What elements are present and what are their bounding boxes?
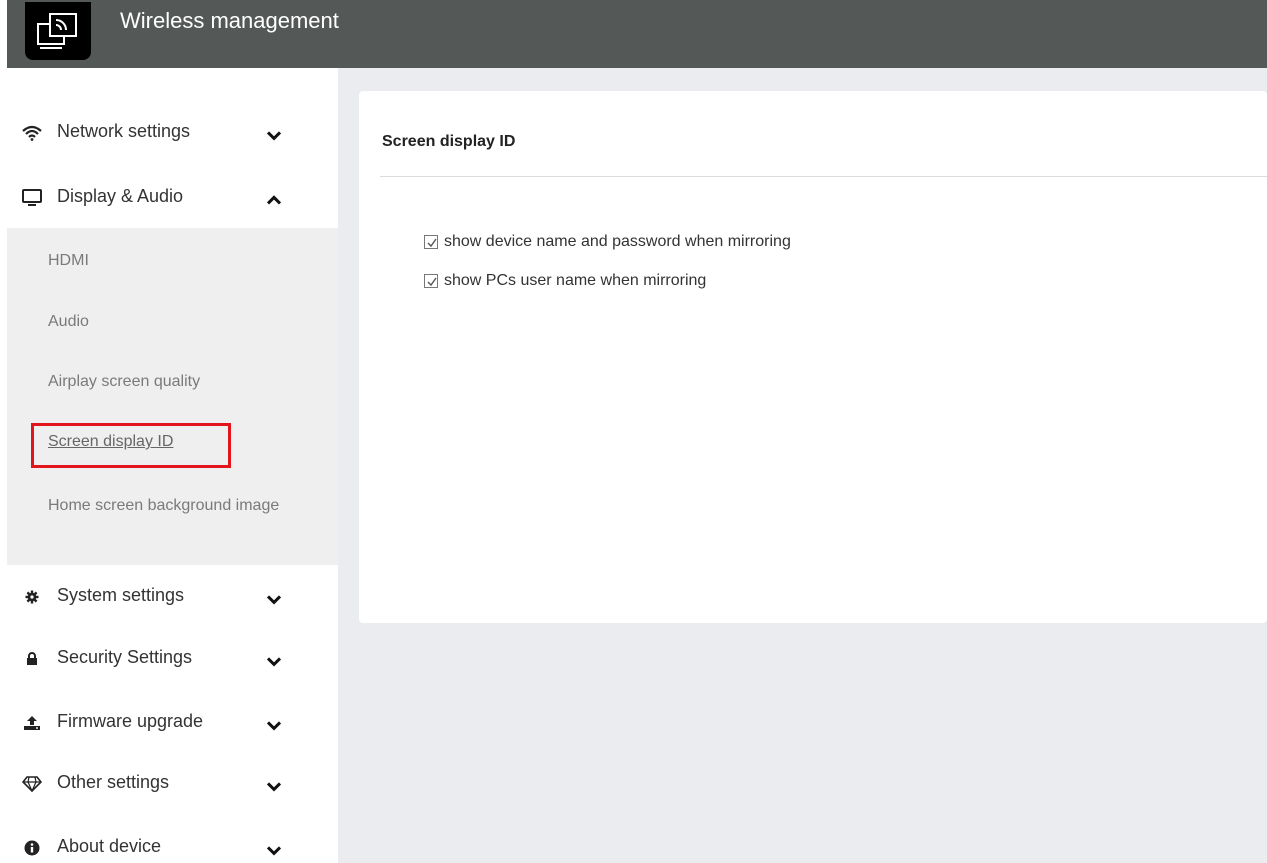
sidebar-item-label: Other settings (57, 771, 170, 792)
chevron-down-icon (266, 782, 282, 792)
checkbox-checked-icon[interactable] (424, 235, 438, 249)
settings-card: Screen display ID show device name and p… (359, 91, 1267, 623)
chevron-down-icon (266, 131, 282, 141)
main-content: Screen display ID show device name and p… (338, 68, 1267, 863)
option-label: show PCs user name when mirroring (444, 272, 707, 289)
info-icon (22, 838, 42, 858)
upload-icon (22, 713, 42, 733)
chevron-down-icon (266, 657, 282, 667)
sidebar-item-security-settings[interactable]: Security Settings (0, 629, 338, 689)
show-device-name-option[interactable]: show device name and password when mirro… (424, 233, 791, 251)
display-audio-submenu: HDMI Audio Airplay screen quality Screen… (7, 228, 338, 565)
top-bar: Wireless management (7, 0, 1267, 68)
submenu-item-audio[interactable]: Audio (48, 309, 89, 334)
chevron-up-icon (266, 195, 282, 205)
sidebar-item-label: Display & Audio (57, 185, 184, 206)
submenu-item-home-screen-background-image[interactable]: Home screen background image (48, 493, 298, 518)
lock-icon (22, 649, 42, 669)
gear-icon (22, 587, 42, 607)
app-title: Wireless management (120, 8, 339, 33)
sidebar-item-label: Firmware upgrade (57, 710, 204, 731)
sidebar-item-label: Network settings (57, 120, 191, 141)
sidebar-item-display-audio[interactable]: Display & Audio (0, 168, 338, 228)
sidebar-item-firmware-upgrade[interactable]: Firmware upgrade (0, 693, 338, 753)
diamond-icon (22, 774, 42, 794)
sidebar-item-system-settings[interactable]: System settings (0, 567, 338, 627)
screen-mirror-icon (37, 13, 77, 49)
sidebar-item-other-settings[interactable]: Other settings (0, 754, 338, 814)
sidebar-item-label: Security Settings (57, 646, 193, 667)
sidebar: HDMI Audio Airplay screen quality Screen… (0, 68, 338, 863)
divider (380, 176, 1267, 177)
monitor-icon (22, 188, 42, 208)
app-logo (25, 2, 91, 60)
option-label: show device name and password when mirro… (444, 233, 791, 250)
submenu-item-screen-display-id[interactable]: Screen display ID (48, 429, 173, 454)
sidebar-item-about-device[interactable]: About device (0, 818, 338, 863)
chevron-down-icon (266, 846, 282, 856)
wifi-icon (22, 123, 42, 143)
show-pc-user-name-option[interactable]: show PCs user name when mirroring (424, 272, 706, 290)
sidebar-item-label: About device (57, 835, 162, 856)
chevron-down-icon (266, 595, 282, 605)
submenu-item-airplay-screen-quality[interactable]: Airplay screen quality (48, 369, 200, 394)
submenu-item-hdmi[interactable]: HDMI (48, 248, 89, 273)
sidebar-item-label: System settings (57, 584, 185, 605)
page-title: Screen display ID (382, 133, 516, 150)
chevron-down-icon (266, 721, 282, 731)
sidebar-item-network-settings[interactable]: Network settings (0, 103, 338, 163)
checkbox-checked-icon[interactable] (424, 274, 438, 288)
